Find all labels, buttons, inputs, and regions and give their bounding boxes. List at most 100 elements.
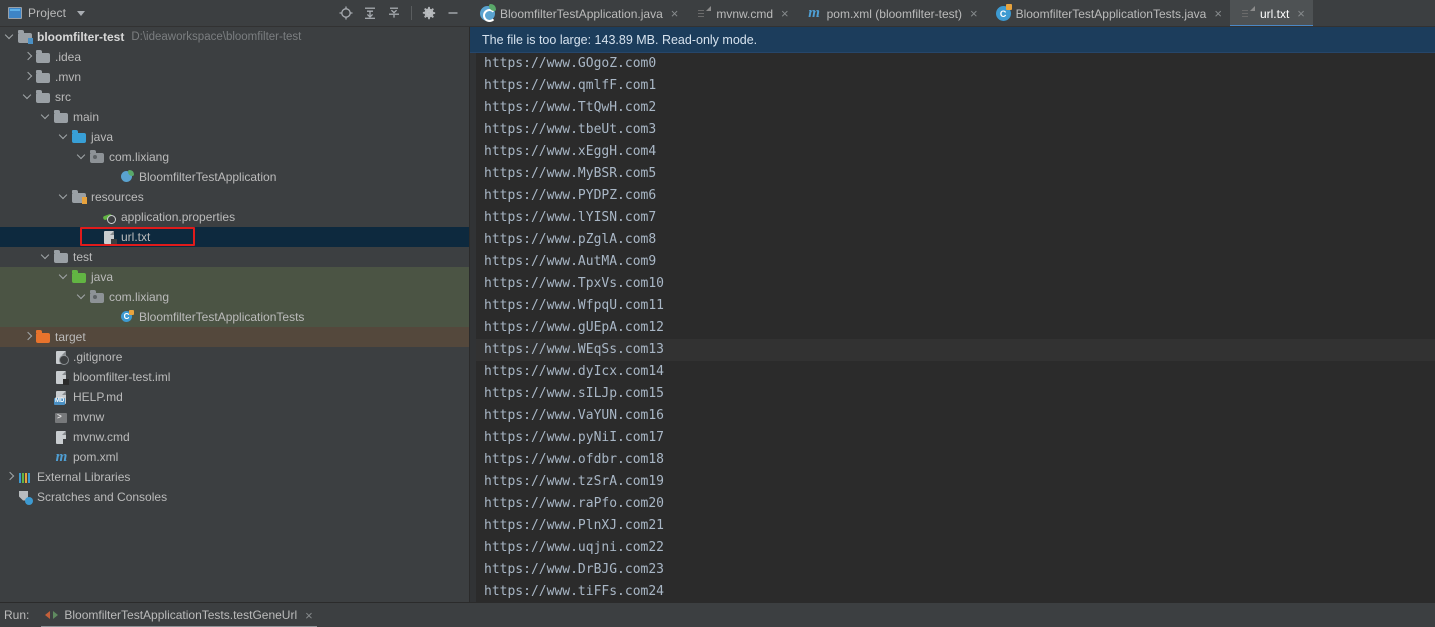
editor-tab-mvnw-cmd[interactable]: mvnw.cmd × bbox=[686, 0, 796, 26]
close-icon[interactable]: × bbox=[1297, 7, 1305, 20]
no-arrow bbox=[40, 431, 52, 443]
tree-row-label: main bbox=[73, 110, 100, 124]
tree-row-label: java bbox=[91, 270, 114, 284]
chevron-right-icon[interactable] bbox=[22, 331, 34, 343]
chevron-down-icon[interactable] bbox=[40, 111, 52, 123]
code-line: https://www.GOgoZ.com0 bbox=[484, 56, 657, 71]
no-arrow bbox=[88, 211, 100, 223]
chevron-down-icon[interactable] bbox=[22, 91, 34, 103]
tree-row-scratches-and-consoles[interactable]: Scratches and Consoles bbox=[0, 487, 469, 507]
tree-row-main-package[interactable]: com.lixiang bbox=[0, 147, 469, 167]
source-root-folder-icon bbox=[72, 129, 87, 145]
chevron-down-icon[interactable] bbox=[4, 31, 16, 43]
top-row: Project BloomfilterTestApplication.java … bbox=[0, 0, 1435, 27]
tree-row-bloomfiltertestapplicationtests[interactable]: BloomfilterTestApplicationTests bbox=[0, 307, 469, 327]
tree-row-label: resources bbox=[91, 190, 144, 204]
toolbar-divider bbox=[411, 6, 412, 20]
tree-row-label: src bbox=[55, 90, 71, 104]
code-line: https://www.pyNiI.com17 bbox=[484, 430, 665, 445]
run-configuration-tab[interactable]: BloomfilterTestApplicationTests.testGene… bbox=[37, 603, 320, 627]
chevron-right-icon[interactable] bbox=[4, 471, 16, 483]
chevron-right-icon[interactable] bbox=[22, 71, 34, 83]
close-icon[interactable]: × bbox=[1214, 7, 1222, 20]
tree-row-url-txt[interactable]: url.txt bbox=[0, 227, 469, 247]
spring-boot-icon bbox=[480, 4, 496, 22]
code-line: https://www.VaYUN.com16 bbox=[484, 408, 665, 423]
editor-tab-bloomfiltertestapplication-java[interactable]: BloomfilterTestApplication.java × bbox=[470, 0, 686, 26]
tree-row-help-md[interactable]: HELP.md bbox=[0, 387, 469, 407]
tab-label: url.txt bbox=[1259, 6, 1290, 21]
hide-panel-icon[interactable] bbox=[442, 2, 464, 24]
settings-gear-icon[interactable] bbox=[418, 2, 440, 24]
editor-tab-bloomfiltertestapplicationtests-java[interactable]: BloomfilterTestApplicationTests.java × bbox=[986, 0, 1230, 26]
close-icon[interactable]: × bbox=[970, 7, 978, 20]
code-line: https://www.MyBSR.com5 bbox=[484, 166, 657, 181]
tree-row-external-libraries[interactable]: External Libraries bbox=[0, 467, 469, 487]
collapse-all-icon[interactable] bbox=[383, 2, 405, 24]
editor-tab-pom-xml[interactable]: pom.xml (bloomfilter-test) × bbox=[797, 0, 986, 26]
folder-icon bbox=[54, 249, 69, 265]
tree-row-iml[interactable]: bloomfilter-test.iml bbox=[0, 367, 469, 387]
tree-row-main[interactable]: main bbox=[0, 107, 469, 127]
tree-row-label: url.txt bbox=[121, 230, 151, 244]
tree-row-label: .gitignore bbox=[73, 350, 123, 364]
tree-row-label: application.properties bbox=[121, 210, 236, 224]
locate-icon[interactable] bbox=[335, 2, 357, 24]
shell-script-icon bbox=[54, 410, 69, 425]
code-area[interactable]: https://www.GOgoZ.com0 https://www.qmlfF.… bbox=[470, 53, 1435, 602]
tree-row-label: mvnw bbox=[73, 410, 105, 424]
close-icon[interactable]: × bbox=[671, 7, 679, 20]
maven-icon bbox=[807, 6, 822, 21]
editor-tab-url-txt[interactable]: url.txt × bbox=[1229, 0, 1313, 26]
project-tree[interactable]: bloomfilter-test D:\ideaworkspace\bloomf… bbox=[0, 27, 470, 602]
tree-row-resources[interactable]: resources bbox=[0, 187, 469, 207]
chevron-right-icon[interactable] bbox=[22, 51, 34, 63]
no-arrow bbox=[106, 171, 118, 183]
project-window-icon bbox=[8, 7, 22, 19]
chevron-down-icon[interactable] bbox=[58, 191, 70, 203]
chevron-down-icon[interactable] bbox=[40, 251, 52, 263]
close-icon[interactable]: × bbox=[781, 7, 789, 20]
tree-row-test[interactable]: test bbox=[0, 247, 469, 267]
code-content[interactable]: https://www.GOgoZ.com0 https://www.qmlfF.… bbox=[476, 53, 1435, 602]
tree-row-pom-xml[interactable]: pom.xml bbox=[0, 447, 469, 467]
no-arrow bbox=[40, 371, 52, 383]
code-line: https://www.ofdbr.com18 bbox=[484, 452, 665, 467]
run-label: Run: bbox=[4, 608, 30, 622]
tree-row-src[interactable]: src bbox=[0, 87, 469, 107]
close-icon[interactable]: × bbox=[305, 608, 313, 623]
project-view-selector[interactable]: Project bbox=[8, 6, 86, 20]
tree-row-label: target bbox=[55, 330, 86, 344]
chevron-down-icon[interactable] bbox=[58, 131, 70, 143]
tree-row-gitignore[interactable]: .gitignore bbox=[0, 347, 469, 367]
tree-row-application-properties[interactable]: application.properties bbox=[0, 207, 469, 227]
code-line: https://www.sILJp.com15 bbox=[484, 386, 665, 401]
tab-label: pom.xml (bloomfilter-test) bbox=[826, 6, 962, 21]
chevron-down-icon[interactable] bbox=[76, 291, 88, 303]
project-panel-toolbar bbox=[335, 2, 470, 24]
tree-row-label: pom.xml bbox=[73, 450, 119, 464]
chevron-down-icon[interactable] bbox=[77, 10, 86, 16]
tree-row-idea[interactable]: .idea bbox=[0, 47, 469, 67]
tree-row-bloomfilter-test[interactable]: bloomfilter-test D:\ideaworkspace\bloomf… bbox=[0, 27, 469, 47]
tree-row-bloomfiltertestapplication[interactable]: BloomfilterTestApplication bbox=[0, 167, 469, 187]
package-icon bbox=[90, 149, 105, 165]
main-body: bloomfilter-test D:\ideaworkspace\bloomf… bbox=[0, 27, 1435, 602]
expand-all-icon[interactable] bbox=[359, 2, 381, 24]
chevron-down-icon[interactable] bbox=[58, 271, 70, 283]
chevron-down-icon[interactable] bbox=[76, 151, 88, 163]
text-file-icon bbox=[1240, 6, 1255, 21]
tree-row-test-java[interactable]: java bbox=[0, 267, 469, 287]
tree-row-test-package[interactable]: com.lixiang bbox=[0, 287, 469, 307]
text-file-icon bbox=[696, 6, 711, 21]
folder-icon bbox=[54, 109, 69, 125]
tree-row-label: bloomfilter-test.iml bbox=[73, 370, 171, 384]
tree-row-mvn[interactable]: .mvn bbox=[0, 67, 469, 87]
rerun-icon[interactable] bbox=[45, 609, 59, 622]
tree-row-mvnw-cmd[interactable]: mvnw.cmd bbox=[0, 427, 469, 447]
tree-row-target[interactable]: target bbox=[0, 327, 469, 347]
tree-row-main-java[interactable]: java bbox=[0, 127, 469, 147]
tab-label: mvnw.cmd bbox=[716, 6, 774, 21]
tree-row-mvnw[interactable]: mvnw bbox=[0, 407, 469, 427]
code-line: https://www.WfpqU.com11 bbox=[484, 298, 665, 313]
